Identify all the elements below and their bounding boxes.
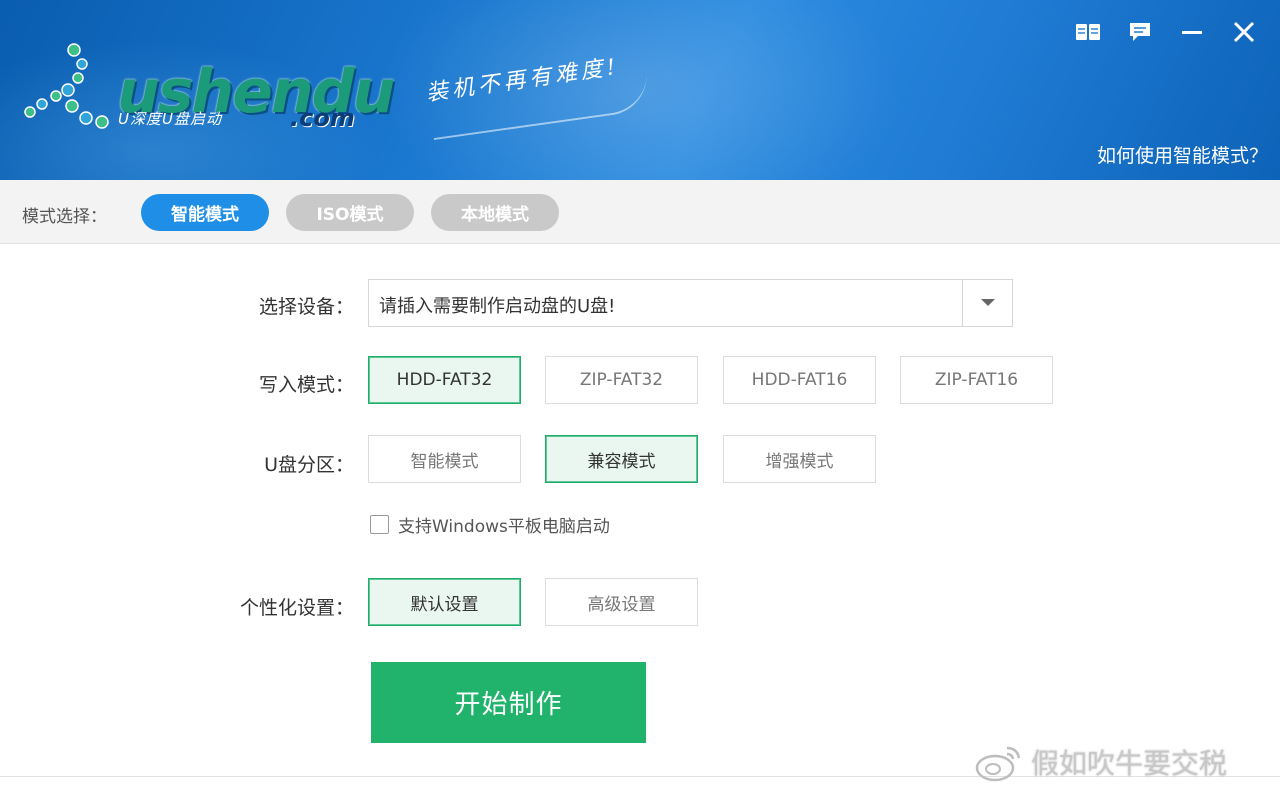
- close-icon[interactable]: [1218, 18, 1270, 46]
- book-icon[interactable]: [1062, 18, 1114, 46]
- device-select-value: 请插入需要制作启动盘的U盘!: [379, 296, 616, 317]
- mode-local-button[interactable]: 本地模式: [431, 194, 559, 231]
- personalization-option-advanced[interactable]: 高级设置: [545, 578, 698, 626]
- mode-bar: 模式选择： 智能模式 ISO模式 本地模式: [0, 180, 1280, 244]
- write-mode-option-hdd-fat32[interactable]: HDD-FAT32: [368, 356, 521, 404]
- partition-label: U盘分区：: [264, 454, 354, 476]
- checkbox-icon[interactable]: [370, 515, 389, 534]
- header-banner: ushendu U深度U盘启动 .com 装机不再有难度! 如何使用智能模式？: [0, 0, 1280, 180]
- logo-domain: .com: [290, 104, 355, 132]
- partition-option-compatible[interactable]: 兼容模式: [545, 435, 698, 483]
- watermark-text: 假如吹牛要交税: [1031, 747, 1228, 780]
- tablet-support-label: 支持Windows平板电脑启动: [398, 517, 610, 537]
- mode-label: 模式选择：: [22, 207, 107, 227]
- partition-option-smart[interactable]: 智能模式: [368, 435, 521, 483]
- watermark: 假如吹牛要交税: [975, 742, 1227, 782]
- write-mode-label: 写入模式：: [258, 374, 354, 396]
- window-controls: [1062, 18, 1270, 46]
- personalization-option-default[interactable]: 默认设置: [368, 578, 521, 626]
- help-link[interactable]: 如何使用智能模式？: [1097, 141, 1268, 168]
- mode-smart-button[interactable]: 智能模式: [141, 194, 269, 231]
- write-mode-option-zip-fat32[interactable]: ZIP-FAT32: [545, 356, 698, 404]
- partition-option-enhanced[interactable]: 增强模式: [723, 435, 876, 483]
- weibo-icon: [975, 746, 1021, 782]
- write-mode-option-zip-fat16[interactable]: ZIP-FAT16: [900, 356, 1053, 404]
- minimize-icon[interactable]: [1166, 18, 1218, 46]
- device-select[interactable]: 请插入需要制作启动盘的U盘!: [368, 279, 1013, 327]
- personalization-label: 个性化设置：: [239, 597, 354, 619]
- ushendu-logo: ushendu U深度U盘启动 .com: [22, 40, 395, 140]
- message-icon[interactable]: [1114, 18, 1166, 46]
- device-label: 选择设备：: [258, 296, 354, 318]
- start-button[interactable]: 开始制作: [371, 662, 646, 743]
- logo-dots-icon: [24, 43, 109, 129]
- tablet-support-checkbox[interactable]: 支持Windows平板电脑启动: [370, 512, 610, 537]
- logo-subtitle: U深度U盘启动: [118, 110, 222, 128]
- write-mode-option-hdd-fat16[interactable]: HDD-FAT16: [723, 356, 876, 404]
- dropdown-arrow-icon[interactable]: [962, 280, 1012, 326]
- mode-iso-button[interactable]: ISO模式: [286, 194, 414, 231]
